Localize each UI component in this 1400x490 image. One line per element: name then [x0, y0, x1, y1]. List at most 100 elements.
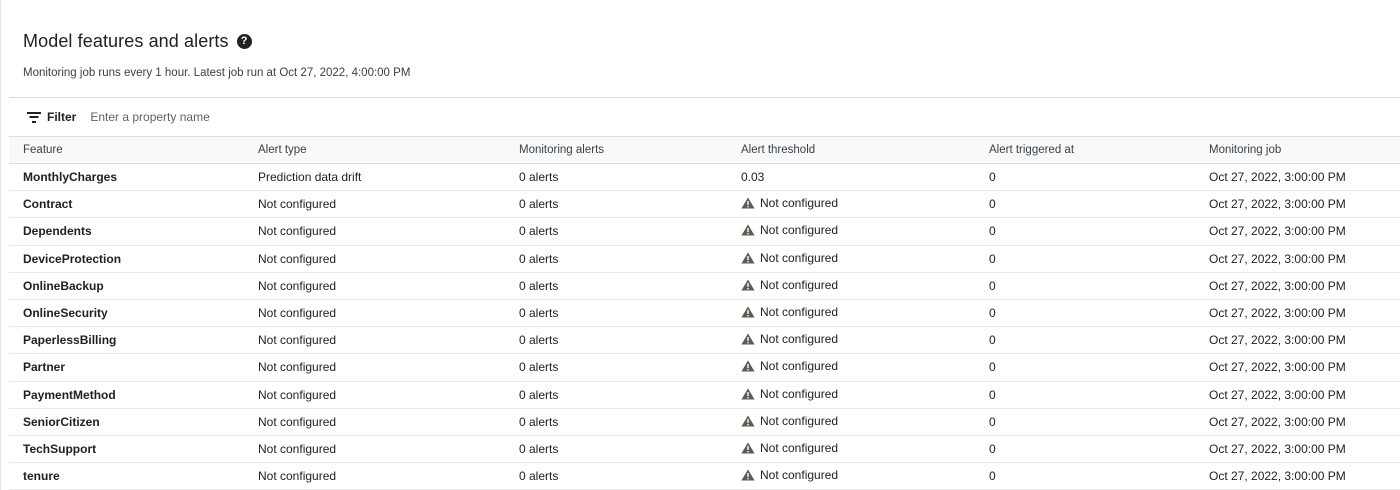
alert-type-cell: Not configured	[258, 224, 337, 239]
monitoring-job-cell: Oct 27, 2022, 3:00:00 PM	[1209, 360, 1346, 375]
alert-triggered-cell: 0	[989, 251, 996, 266]
threshold-text: Not configured	[760, 332, 839, 347]
column-header-alert-type[interactable]: Alert type	[244, 137, 505, 164]
monitoring-alerts-cell: 0 alerts	[519, 278, 559, 293]
feature-cell: OnlineBackup	[23, 278, 104, 293]
column-header-monitoring-job[interactable]: Monitoring job	[1195, 137, 1400, 164]
monitoring-job-cell: Oct 27, 2022, 3:00:00 PM	[1209, 333, 1346, 348]
table-row[interactable]: Partner Not configured 0 alerts Not configu…	[9, 354, 1400, 381]
table-row[interactable]: TechSupport Not configured 0 alerts Not con…	[9, 435, 1400, 463]
table-row[interactable]: PaymentMethod Not configured 0 alerts Not c…	[9, 381, 1400, 409]
threshold-text: Not configured	[760, 468, 839, 483]
monitoring-alerts-cell: 0 alerts	[519, 469, 559, 484]
monitoring-job-cell: Oct 27, 2022, 3:00:00 PM	[1209, 414, 1346, 429]
warning-triangle-icon	[741, 360, 755, 372]
feature-cell: tenure	[23, 469, 60, 484]
table-header: Feature Alert type Monitoring alerts Ale…	[9, 136, 1400, 164]
filter-list-icon[interactable]	[27, 111, 41, 123]
monitoring-alerts-cell: 0 alerts	[519, 441, 559, 456]
threshold-warning: Not configured	[741, 278, 838, 292]
column-header-monitoring-alerts[interactable]: Monitoring alerts	[505, 137, 727, 164]
alert-threshold-cell: Not configured	[727, 381, 975, 408]
monitoring-job-cell: Oct 27, 2022, 3:00:00 PM	[1209, 469, 1346, 484]
alert-type-cell: Not configured	[258, 387, 337, 402]
alert-triggered-cell: 0	[989, 197, 996, 212]
threshold-text: Not configured	[760, 196, 839, 211]
alert-type-cell: Not configured	[258, 414, 337, 429]
alert-threshold-cell: Not configured	[727, 327, 975, 354]
alert-type-cell: Not configured	[258, 306, 337, 321]
monitoring-job-cell: Oct 27, 2022, 3:00:00 PM	[1209, 224, 1346, 239]
filter-bar: Filter	[9, 97, 1400, 136]
feature-cell: Dependents	[23, 224, 92, 239]
alert-threshold-cell: Not configured	[727, 408, 975, 435]
monitoring-job-cell: Oct 27, 2022, 3:00:00 PM	[1209, 197, 1346, 212]
alert-triggered-cell: 0	[989, 333, 996, 348]
threshold-text: Not configured	[760, 440, 839, 455]
alert-threshold-cell: Not configured	[727, 245, 975, 272]
feature-cell: PaymentMethod	[23, 387, 116, 402]
alert-threshold-cell: Not configured	[727, 354, 975, 381]
title-row: Model features and alerts ?	[23, 30, 410, 52]
threshold-text: Not configured	[760, 386, 839, 401]
monitoring-alerts-cell: 0 alerts	[519, 360, 559, 375]
alert-type-cell: Not configured	[258, 333, 337, 348]
threshold-text: Not configured	[760, 250, 839, 265]
help-icon[interactable]: ?	[236, 33, 252, 49]
alert-threshold-cell: Not configured	[727, 191, 975, 218]
threshold-text: Not configured	[760, 305, 839, 320]
column-header-alert-triggered-at[interactable]: Alert triggered at	[975, 137, 1195, 164]
threshold-text: Not configured	[760, 277, 839, 292]
warning-triangle-icon	[741, 279, 755, 291]
feature-cell: DeviceProtection	[23, 251, 122, 266]
table-row[interactable]: OnlineSecurity Not configured 0 alerts Not …	[9, 299, 1400, 327]
monitoring-alerts-cell: 0 alerts	[519, 414, 559, 429]
alert-triggered-cell: 0	[989, 414, 996, 429]
feature-cell: PaperlessBilling	[23, 333, 117, 348]
alert-triggered-cell: 0	[989, 387, 996, 402]
warning-triangle-icon	[741, 333, 755, 345]
alert-threshold-cell: Not configured	[727, 435, 975, 462]
feature-cell: MonthlyCharges	[23, 170, 118, 185]
alert-threshold-cell: Not configured	[727, 218, 975, 245]
alert-threshold-cell: Not configured	[727, 299, 975, 326]
filter-label[interactable]: Filter	[47, 110, 76, 124]
threshold-text: 0.03	[741, 170, 765, 185]
threshold-text: Not configured	[760, 359, 839, 374]
alert-type-cell: Not configured	[258, 278, 337, 293]
table-row[interactable]: PaperlessBilling Not configured 0 alerts No…	[9, 327, 1400, 354]
table-row[interactable]: Dependents Not configured 0 alerts Not conf…	[9, 218, 1400, 246]
feature-cell: TechSupport	[23, 441, 97, 456]
warning-triangle-icon	[741, 224, 755, 236]
alert-threshold-cell: 0.03	[727, 164, 975, 191]
feature-cell: OnlineSecurity	[23, 306, 108, 321]
alert-type-cell: Not configured	[258, 251, 337, 266]
table-row[interactable]: DeviceProtection Not configured 0 alerts No…	[9, 245, 1400, 273]
alert-triggered-cell: 0	[989, 170, 996, 185]
alert-type-cell: Not configured	[258, 469, 337, 484]
threshold-warning: Not configured	[741, 305, 838, 319]
warning-triangle-icon	[741, 306, 755, 318]
monitoring-job-cell: Oct 27, 2022, 3:00:00 PM	[1209, 387, 1346, 402]
feature-cell: Contract	[23, 197, 73, 212]
table-row[interactable]: OnlineBackup Not configured 0 alerts Not co…	[9, 272, 1400, 300]
monitoring-alerts-cell: 0 alerts	[519, 306, 559, 321]
threshold-text: Not configured	[760, 413, 839, 428]
monitoring-job-cell: Oct 27, 2022, 3:00:00 PM	[1209, 251, 1346, 266]
filter-input[interactable]	[90, 110, 391, 124]
table-row[interactable]: SeniorCitizen Not configured 0 alerts Not c…	[9, 408, 1400, 436]
table-row[interactable]: tenure Not configured 0 alerts Not configur…	[9, 463, 1400, 490]
warning-triangle-icon	[741, 415, 755, 427]
column-header-alert-threshold[interactable]: Alert threshold	[727, 137, 975, 164]
table-row[interactable]: MonthlyCharges Prediction data drift 0 ale…	[9, 164, 1400, 191]
table-body: MonthlyCharges Prediction data drift 0 ale…	[9, 164, 1400, 490]
column-header-feature[interactable]: Feature	[9, 137, 244, 164]
monitoring-alerts-cell: 0 alerts	[519, 251, 559, 266]
warning-triangle-icon	[741, 469, 755, 481]
alert-threshold-cell: Not configured	[727, 463, 975, 490]
table-row[interactable]: Contract Not configured 0 alerts Not config…	[9, 191, 1400, 218]
alert-triggered-cell: 0	[989, 441, 996, 456]
threshold-warning: Not configured	[741, 387, 838, 401]
alert-type-cell: Not configured	[258, 441, 337, 456]
alert-triggered-cell: 0	[989, 306, 996, 321]
